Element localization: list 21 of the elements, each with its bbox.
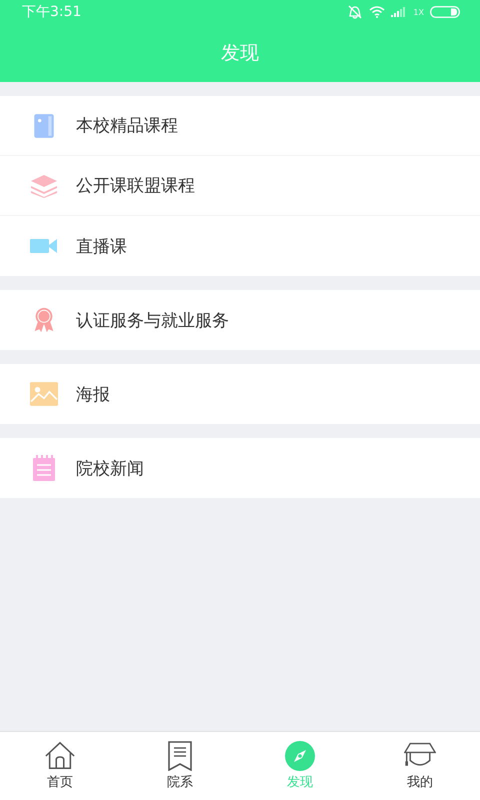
menu-item[interactable]: 院校新闻 — [76, 456, 144, 480]
menu-item[interactable]: 直播课 — [76, 234, 127, 258]
page-title: 发现 — [221, 41, 259, 66]
image-icon — [30, 381, 58, 407]
tab[interactable]: 我的 — [360, 732, 480, 800]
menu-item[interactable]: 公开课联盟课程 — [76, 174, 195, 197]
bell-off-icon — [347, 5, 364, 19]
menu-item[interactable]: 认证服务与就业服务 — [76, 308, 229, 332]
layers-icon — [30, 172, 58, 198]
menu-item[interactable]: 海报 — [76, 382, 110, 406]
status-time: 下午3:51 — [22, 3, 82, 21]
tab[interactable]: 院系 — [120, 732, 240, 800]
wifi-icon — [369, 6, 386, 18]
notepad-icon — [30, 455, 58, 481]
signal-icon — [391, 7, 408, 17]
battery-icon — [430, 6, 460, 18]
tab[interactable]: 首页 — [0, 732, 120, 800]
home-icon — [44, 741, 76, 771]
network-type: 1X — [413, 8, 424, 16]
compass-icon — [284, 741, 316, 771]
menu-item[interactable]: 本校精品课程 — [76, 114, 178, 137]
